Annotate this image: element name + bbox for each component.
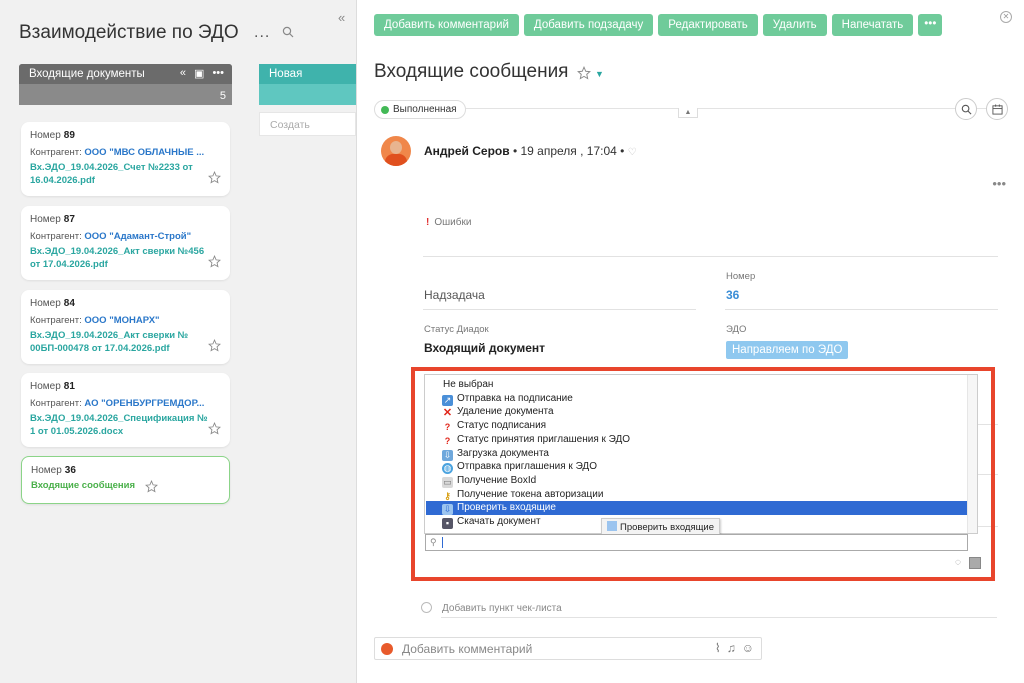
filter-icon[interactable]: ▣ [194, 67, 204, 80]
diadoc-status-label: Статус Диадок [424, 324, 489, 335]
create-card-input[interactable]: Создать [259, 112, 356, 136]
parent-task-label[interactable]: Надзадача [424, 288, 485, 302]
task-detail-panel: Добавить комментарий Добавить подзадачу … [356, 0, 1024, 683]
add-subtask-button[interactable]: Добавить подзадачу [523, 14, 654, 36]
card-number: Номер 36 [31, 465, 76, 476]
add-comment-button[interactable]: Добавить комментарий [374, 14, 519, 36]
card[interactable]: Номер 84 Контрагент: ООО "МОНАРХ" Вх.ЭДО_… [21, 290, 230, 364]
card[interactable]: Номер 87 Контрагент: ООО "Адамант-Строй" … [21, 206, 230, 280]
status-dot-icon [381, 106, 389, 114]
divider [423, 309, 696, 310]
card-contractor: Контрагент: АО "ОРЕНБУРГРЕМДОР... [30, 398, 205, 409]
comment-placeholder: Добавить комментарий [402, 642, 533, 656]
comment-input[interactable]: Добавить комментарий ⌇ ♫ ☺ [374, 637, 762, 660]
heart-icon[interactable]: ♡ [628, 147, 637, 158]
edo-label: ЭДО [726, 324, 747, 335]
status-label: Выполненная [393, 104, 457, 115]
close-icon[interactable]: ✕ [1000, 11, 1012, 23]
card-file-link[interactable]: Вх.ЭДО_19.04.2026_Акт сверки № 00БП-0004… [30, 330, 208, 355]
number-value: 36 [726, 288, 740, 302]
board-menu-button[interactable]: ... [254, 24, 270, 42]
card-contractor: Контрагент: ООО "Адамант-Строй" [30, 231, 192, 242]
print-button[interactable]: Напечатать [831, 14, 914, 36]
card-file-link[interactable]: Вх.ЭДО_19.04.2026_Счет №2233 от 16.04.20… [30, 162, 208, 187]
column-count: 5 [219, 90, 226, 102]
divider [423, 256, 998, 257]
bell-icon[interactable]: ♫ [727, 641, 736, 655]
avatar[interactable] [381, 136, 411, 166]
author-line: Андрей Серов • 19 апреля , 17:04 • ♡ [424, 144, 637, 158]
card-contractor: Контрагент: ООО "МОНАРХ" [30, 315, 160, 326]
calendar-icon[interactable] [986, 98, 1008, 120]
task-title: Входящие сообщения [374, 61, 569, 82]
card-number: Номер 89 [30, 130, 75, 141]
paperclip-icon[interactable]: ⌇ [715, 641, 721, 655]
star-icon[interactable] [208, 339, 221, 352]
chevron-down-icon[interactable]: ▼ [595, 69, 604, 79]
checkbox-icon[interactable] [421, 602, 432, 613]
more-options-icon[interactable]: ••• [992, 176, 1006, 191]
column-title: Новая [259, 64, 356, 84]
emoji-icon[interactable]: ☺ [742, 641, 754, 655]
star-icon[interactable] [577, 66, 591, 80]
errors-label: Ошибки [434, 217, 472, 228]
card-file-link[interactable]: Вх.ЭДО_19.04.2026_Акт сверки №456 от 17.… [30, 246, 208, 271]
status-badge[interactable]: Выполненная [374, 100, 466, 119]
errors-field: ! Ошибки [426, 217, 471, 228]
column-title: Входящие документы [29, 68, 145, 80]
post-date: • 19 апреля , 17:04 • [512, 144, 625, 158]
add-checklist-item[interactable]: Добавить пункт чек-листа [421, 602, 562, 614]
search-icon[interactable] [955, 98, 977, 120]
exclamation-icon: ! [426, 217, 430, 228]
card-number: Номер 87 [30, 214, 75, 225]
avatar [381, 643, 393, 655]
delete-button[interactable]: Удалить [762, 14, 827, 36]
collapse-up-icon[interactable]: ▲ [678, 108, 698, 118]
diadoc-status-value[interactable]: Входящий документ [424, 341, 545, 355]
collapse-column-icon[interactable]: « [180, 67, 186, 80]
board-title: Взаимодействие по ЭДО [19, 22, 239, 43]
card-number: Номер 84 [30, 298, 75, 309]
search-icon[interactable] [282, 26, 294, 38]
card-file-link[interactable]: Вх.ЭДО_19.04.2026_Спецификация № 1 от 01… [30, 413, 208, 438]
kanban-board: Взаимодействие по ЭДО ... « Входящие док… [0, 0, 356, 683]
number-label: Номер [726, 271, 756, 282]
highlight-annotation [411, 367, 995, 581]
edo-tag[interactable]: Направляем по ЭДО [726, 341, 849, 359]
star-icon[interactable] [208, 171, 221, 184]
card-number: Номер 81 [30, 381, 75, 392]
star-icon[interactable] [208, 255, 221, 268]
divider [725, 309, 998, 310]
star-icon[interactable] [145, 480, 158, 493]
edit-button[interactable]: Редактировать [658, 14, 758, 36]
column-menu-icon[interactable]: ••• [212, 67, 224, 80]
card[interactable]: Номер 89 Контрагент: ООО "МВС ОБЛАЧНЫЕ ..… [21, 122, 230, 196]
card[interactable]: Номер 81 Контрагент: АО "ОРЕНБУРГРЕМДОР..… [21, 373, 230, 447]
more-actions-button[interactable]: ••• [918, 14, 943, 36]
card-title-link[interactable]: Входящие сообщения [31, 480, 220, 493]
toolbar: Добавить комментарий Добавить подзадачу … [374, 14, 943, 36]
card-contractor: Контрагент: ООО "МВС ОБЛАЧНЫЕ ... [30, 147, 205, 158]
column-header-new[interactable]: Новая [259, 64, 356, 105]
divider [441, 617, 997, 618]
collapse-panel-button[interactable]: « [338, 10, 345, 25]
author-name[interactable]: Андрей Серов [424, 144, 510, 158]
card-active[interactable]: Номер 36 Входящие сообщения [21, 456, 230, 504]
star-icon[interactable] [208, 422, 221, 435]
column-header-incoming[interactable]: Входящие документы « ▣ ••• 5 [19, 64, 232, 105]
